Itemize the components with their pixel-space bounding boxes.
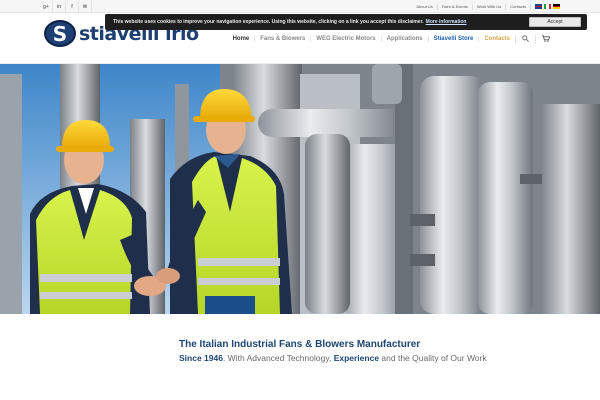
tagline: The Italian Industrial Fans & Blowers Ma… <box>179 339 487 363</box>
tagline-mid: . With Advanced Technology, <box>222 353 334 363</box>
german-flag[interactable] <box>553 4 560 10</box>
tagline-since: Since 1946 <box>179 353 223 363</box>
tagline-experience: Experience <box>333 353 380 363</box>
logo-mark: S <box>44 20 76 47</box>
toplink-about-us[interactable]: About Us <box>412 3 438 10</box>
cookie-text: This website uses cookies to improve you… <box>113 19 424 25</box>
toplink-fairs-events[interactable]: Fairs & Events <box>438 3 473 10</box>
top-utility-bar: g+ in f ✉ About Us Fairs & Events Work W… <box>0 0 600 13</box>
tagline-end: and the Quality of Our Work <box>379 353 487 363</box>
logo-letter: S <box>52 21 68 46</box>
cookie-accept-button[interactable]: Accept <box>529 17 581 27</box>
tagline-title: The Italian Industrial Fans & Blowers Ma… <box>179 339 421 350</box>
hero-image <box>0 64 600 314</box>
toplink-contacts[interactable]: Contacts <box>506 3 531 10</box>
tagline-subtitle: Since 1946. With Advanced Technology, Ex… <box>179 353 487 363</box>
italian-flag[interactable] <box>544 4 551 9</box>
main-nav: Home Fans & Blowers WEG Electric Motors … <box>228 33 556 45</box>
nav-contacts[interactable]: Contacts <box>478 36 515 42</box>
cookie-more-info-link[interactable]: More information <box>426 19 467 25</box>
top-links: About Us Fairs & Events Work With Us Con… <box>412 0 560 13</box>
nav-applications[interactable]: Applications <box>380 36 428 42</box>
facebook-icon[interactable]: f <box>66 0 79 13</box>
page: g+ in f ✉ About Us Fairs & Events Work W… <box>0 0 600 400</box>
linkedin-icon[interactable]: in <box>53 0 66 13</box>
nav-weg-electric-motors[interactable]: WEG Electric Motors <box>310 36 380 42</box>
nav-fans-blowers[interactable]: Fans & Blowers <box>254 36 310 42</box>
social-links: g+ in f ✉ <box>40 0 92 13</box>
toplink-work-with-us[interactable]: Work With Us <box>473 3 507 10</box>
mail-icon[interactable]: ✉ <box>79 0 92 13</box>
cookie-banner: This website uses cookies to improve you… <box>105 14 587 30</box>
nav-home[interactable]: Home <box>228 36 255 42</box>
search-icon[interactable] <box>515 34 535 44</box>
cart-icon[interactable] <box>535 34 556 44</box>
googleplus-icon[interactable]: g+ <box>40 0 53 13</box>
english-flag[interactable] <box>535 4 542 10</box>
nav-stiavelli-store[interactable]: Stiavelli Store <box>427 36 479 42</box>
language-flags <box>531 4 560 10</box>
